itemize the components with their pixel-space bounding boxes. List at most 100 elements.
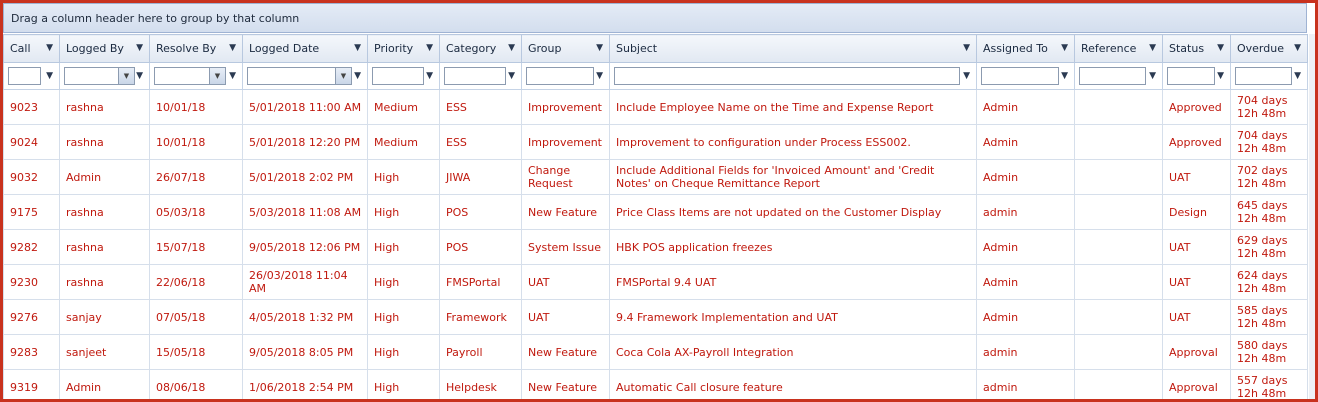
cell-assigned-to[interactable]: admin (976, 369, 1075, 399)
funnel-icon[interactable]: ▼ (596, 43, 603, 53)
filter-input-call[interactable] (8, 67, 41, 85)
column-header-group[interactable]: Group ▼ (521, 34, 610, 63)
cell-priority[interactable]: Medium (367, 124, 440, 160)
cell-priority[interactable]: High (367, 194, 440, 230)
cell-overdue[interactable]: 704 days 12h 48m (1230, 89, 1308, 125)
cell-reference[interactable] (1074, 159, 1163, 195)
cell-subject[interactable]: Include Additional Fields for 'Invoiced … (609, 159, 977, 195)
cell-category[interactable]: FMSPortal (439, 264, 522, 300)
filter-input-reference[interactable] (1079, 67, 1146, 85)
column-header-status[interactable]: Status ▼ (1162, 34, 1231, 63)
cell-resolve-by[interactable]: 05/03/18 (149, 194, 243, 230)
cell-logged-date[interactable]: 5/01/2018 11:00 AM (242, 89, 368, 125)
funnel-icon[interactable]: ▼ (1149, 71, 1156, 81)
column-header-logged-date[interactable]: Logged Date ▼ (242, 34, 368, 63)
column-header-logged-by[interactable]: Logged By ▼ (59, 34, 150, 63)
cell-status[interactable]: Approval (1162, 334, 1231, 370)
chevron-down-icon[interactable]: ▼ (118, 68, 134, 84)
cell-status[interactable]: Approval (1162, 369, 1231, 399)
cell-reference[interactable] (1074, 264, 1163, 300)
cell-assigned-to[interactable]: Admin (976, 89, 1075, 125)
cell-call[interactable]: 9024 (3, 124, 60, 160)
cell-resolve-by[interactable]: 15/05/18 (149, 334, 243, 370)
cell-category[interactable]: ESS (439, 89, 522, 125)
cell-reference[interactable] (1074, 89, 1163, 125)
cell-category[interactable]: Helpdesk (439, 369, 522, 399)
filter-input-overdue[interactable] (1235, 67, 1292, 85)
cell-logged-by[interactable]: rashna (59, 124, 150, 160)
cell-logged-date[interactable]: 4/05/2018 1:32 PM (242, 299, 368, 335)
cell-group[interactable]: New Feature (521, 369, 610, 399)
column-header-priority[interactable]: Priority ▼ (367, 34, 440, 63)
table-row[interactable]: 9024 rashna 10/01/18 5/01/2018 12:20 PM Medi… (3, 124, 1308, 160)
table-row[interactable]: 9319 Admin 08/06/18 1/06/2018 2:54 PM High He… (3, 369, 1308, 399)
cell-call[interactable]: 9283 (3, 334, 60, 370)
cell-call[interactable]: 9032 (3, 159, 60, 195)
cell-assigned-to[interactable]: Admin (976, 264, 1075, 300)
cell-priority[interactable]: High (367, 159, 440, 195)
cell-resolve-by[interactable]: 26/07/18 (149, 159, 243, 195)
cell-assigned-to[interactable]: admin (976, 334, 1075, 370)
cell-group[interactable]: New Feature (521, 194, 610, 230)
funnel-icon[interactable]: ▼ (426, 71, 433, 81)
cell-reference[interactable] (1074, 229, 1163, 265)
cell-logged-date[interactable]: 5/01/2018 2:02 PM (242, 159, 368, 195)
column-header-assigned-to[interactable]: Assigned To ▼ (976, 34, 1075, 63)
cell-resolve-by[interactable]: 15/07/18 (149, 229, 243, 265)
funnel-icon[interactable]: ▼ (354, 71, 361, 81)
cell-group[interactable]: System Issue (521, 229, 610, 265)
column-header-subject[interactable]: Subject ▼ (609, 34, 977, 63)
cell-assigned-to[interactable]: admin (976, 194, 1075, 230)
cell-reference[interactable] (1074, 124, 1163, 160)
table-row[interactable]: 9032 Admin 26/07/18 5/01/2018 2:02 PM High JI… (3, 159, 1308, 195)
cell-status[interactable]: Approved (1162, 89, 1231, 125)
chevron-down-icon[interactable]: ▼ (209, 68, 225, 84)
cell-reference[interactable] (1074, 299, 1163, 335)
table-row[interactable]: 9283 sanjeet 15/05/18 9/05/2018 8:05 PM High… (3, 334, 1308, 370)
cell-subject[interactable]: Automatic Call closure feature (609, 369, 977, 399)
cell-category[interactable]: ESS (439, 124, 522, 160)
cell-priority[interactable]: Medium (367, 89, 440, 125)
cell-priority[interactable]: High (367, 299, 440, 335)
cell-priority[interactable]: High (367, 369, 440, 399)
filter-input-assigned-to[interactable] (981, 67, 1059, 85)
funnel-icon[interactable]: ▼ (136, 71, 143, 81)
funnel-icon[interactable]: ▼ (1149, 43, 1156, 53)
cell-logged-date[interactable]: 5/01/2018 12:20 PM (242, 124, 368, 160)
funnel-icon[interactable]: ▼ (426, 43, 433, 53)
cell-subject[interactable]: Include Employee Name on the Time and Ex… (609, 89, 977, 125)
cell-category[interactable]: Framework (439, 299, 522, 335)
cell-category[interactable]: POS (439, 194, 522, 230)
funnel-icon[interactable]: ▼ (229, 43, 236, 53)
cell-status[interactable]: UAT (1162, 229, 1231, 265)
cell-overdue[interactable]: 624 days 12h 48m (1230, 264, 1308, 300)
cell-resolve-by[interactable]: 22/06/18 (149, 264, 243, 300)
cell-resolve-by[interactable]: 10/01/18 (149, 89, 243, 125)
cell-overdue[interactable]: 629 days 12h 48m (1230, 229, 1308, 265)
funnel-icon[interactable]: ▼ (963, 43, 970, 53)
cell-overdue[interactable]: 704 days 12h 48m (1230, 124, 1308, 160)
table-row[interactable]: 9230 rashna 22/06/18 26/03/2018 11:04 AM Hig… (3, 264, 1308, 300)
cell-logged-date[interactable]: 5/03/2018 11:08 AM (242, 194, 368, 230)
filter-input-subject[interactable] (614, 67, 960, 85)
cell-overdue[interactable]: 645 days 12h 48m (1230, 194, 1308, 230)
column-header-overdue[interactable]: Overdue ▼ (1230, 34, 1308, 63)
cell-overdue[interactable]: 557 days 12h 48m (1230, 369, 1308, 399)
filter-input-category[interactable] (444, 67, 506, 85)
filter-select-resolve-by[interactable]: ▼ (154, 67, 226, 85)
cell-group[interactable]: UAT (521, 299, 610, 335)
cell-reference[interactable] (1074, 334, 1163, 370)
column-header-category[interactable]: Category ▼ (439, 34, 522, 63)
group-by-panel[interactable]: Drag a column header here to group by th… (3, 3, 1307, 33)
cell-category[interactable]: Payroll (439, 334, 522, 370)
cell-subject[interactable]: Improvement to configuration under Proce… (609, 124, 977, 160)
funnel-icon[interactable]: ▼ (46, 43, 53, 53)
cell-status[interactable]: UAT (1162, 264, 1231, 300)
cell-priority[interactable]: High (367, 229, 440, 265)
column-header-reference[interactable]: Reference ▼ (1074, 34, 1163, 63)
cell-overdue[interactable]: 580 days 12h 48m (1230, 334, 1308, 370)
cell-logged-by[interactable]: sanjay (59, 299, 150, 335)
funnel-icon[interactable]: ▼ (229, 71, 236, 81)
table-row[interactable]: 9175 rashna 05/03/18 5/03/2018 11:08 AM High… (3, 194, 1308, 230)
cell-resolve-by[interactable]: 08/06/18 (149, 369, 243, 399)
